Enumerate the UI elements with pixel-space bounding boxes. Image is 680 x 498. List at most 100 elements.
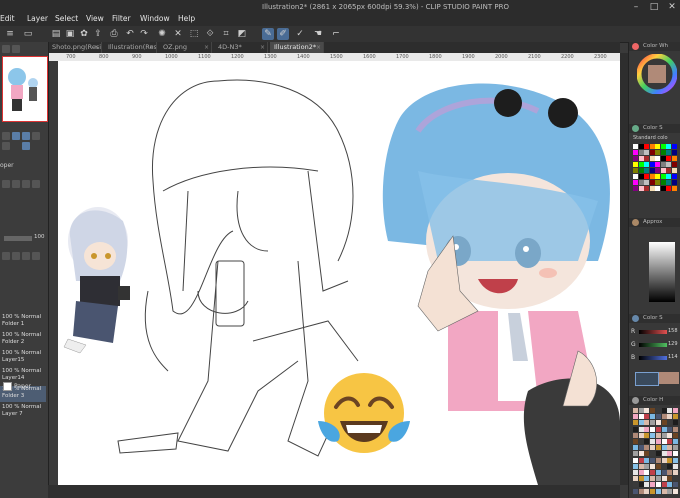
history-swatch[interactable] xyxy=(655,426,661,432)
color-swatch[interactable] xyxy=(660,144,666,149)
history-swatch[interactable] xyxy=(667,451,673,457)
settings-icon[interactable]: ✿ xyxy=(78,28,90,40)
history-swatch[interactable] xyxy=(644,426,650,432)
history-swatch[interactable] xyxy=(633,408,638,413)
color-slider-header[interactable]: Color S xyxy=(629,314,680,323)
color-swatch[interactable] xyxy=(660,156,666,161)
color-history-swatches[interactable] xyxy=(633,408,679,496)
history-swatch[interactable] xyxy=(650,420,656,426)
color-swatch[interactable] xyxy=(649,186,655,191)
history-swatch[interactable] xyxy=(667,488,673,494)
history-swatch[interactable] xyxy=(655,414,661,420)
color-swatch[interactable] xyxy=(666,150,671,155)
color-swatch[interactable] xyxy=(655,156,660,161)
menu-view[interactable]: View xyxy=(86,14,104,23)
history-swatch[interactable] xyxy=(644,451,650,457)
color-swatch[interactable] xyxy=(638,168,644,173)
history-swatch[interactable] xyxy=(650,488,656,494)
history-swatch[interactable] xyxy=(655,408,661,413)
color-swatch[interactable] xyxy=(655,150,660,155)
tab-3[interactable]: 4D-N3* × xyxy=(214,42,268,53)
history-swatch[interactable] xyxy=(661,445,667,451)
tab-close-icon[interactable]: × xyxy=(316,42,321,53)
history-swatch[interactable] xyxy=(633,470,638,475)
history-swatch[interactable] xyxy=(661,451,667,457)
redo-icon[interactable]: ↷ xyxy=(138,28,150,40)
merge-layer-icon[interactable] xyxy=(22,252,30,260)
history-swatch[interactable] xyxy=(655,488,661,494)
color-wheel[interactable] xyxy=(637,54,677,94)
crop-icon[interactable]: ⌗ xyxy=(220,28,232,40)
color-swatch[interactable] xyxy=(655,144,660,149)
history-swatch[interactable] xyxy=(661,439,667,444)
history-swatch[interactable] xyxy=(661,463,667,469)
history-swatch[interactable] xyxy=(661,408,667,413)
close-button[interactable]: ✕ xyxy=(666,2,678,12)
history-swatch[interactable] xyxy=(633,463,638,469)
history-swatch[interactable] xyxy=(655,470,661,475)
color-swatch[interactable] xyxy=(649,174,655,179)
color-swatch[interactable] xyxy=(671,162,677,167)
zoom-out-icon[interactable] xyxy=(12,132,20,140)
menu-icon[interactable]: ≡ xyxy=(4,28,16,40)
tab-2[interactable]: OZ.png × xyxy=(159,42,212,53)
history-swatch[interactable] xyxy=(633,488,638,494)
history-swatch[interactable] xyxy=(667,432,673,438)
color-swatch[interactable] xyxy=(655,180,660,185)
history-swatch[interactable] xyxy=(661,432,667,438)
history-swatch[interactable] xyxy=(644,420,650,426)
new-file-icon[interactable]: ▭ xyxy=(22,28,34,40)
color-swatch[interactable] xyxy=(671,150,677,155)
history-swatch[interactable] xyxy=(638,408,644,413)
history-swatch[interactable] xyxy=(638,426,644,432)
fit-icon[interactable] xyxy=(22,132,30,140)
color-swatch[interactable] xyxy=(644,186,649,191)
layer-option-icon-4[interactable] xyxy=(32,180,40,188)
history-swatch[interactable] xyxy=(638,432,644,438)
color-swatch[interactable] xyxy=(649,144,655,149)
brush-size-slider[interactable] xyxy=(4,236,32,241)
layer-row[interactable]: 100 % Normal Layer 7 xyxy=(0,404,46,420)
color-set-header[interactable]: Color S xyxy=(629,124,680,133)
history-swatch[interactable] xyxy=(667,426,673,432)
color-swatch[interactable] xyxy=(666,156,671,161)
history-swatch[interactable] xyxy=(633,445,638,451)
history-swatch[interactable] xyxy=(644,439,650,444)
color-swatch[interactable] xyxy=(671,168,677,173)
color-swatch[interactable] xyxy=(633,150,638,155)
color-swatch[interactable] xyxy=(644,156,649,161)
history-swatch[interactable] xyxy=(672,463,678,469)
history-swatch[interactable] xyxy=(638,463,644,469)
history-swatch[interactable] xyxy=(672,432,678,438)
panel-collapse-icon[interactable] xyxy=(12,45,20,53)
vertical-scrollbar[interactable] xyxy=(620,53,628,485)
color-swatch[interactable] xyxy=(671,174,677,179)
export-icon[interactable]: ⇪ xyxy=(92,28,104,40)
new-layer-icon[interactable] xyxy=(2,252,10,260)
eraser-icon[interactable]: ✓ xyxy=(294,28,306,40)
history-swatch[interactable] xyxy=(644,457,650,463)
history-swatch[interactable] xyxy=(638,488,644,494)
color-swatch[interactable] xyxy=(655,186,660,191)
color-swatch[interactable] xyxy=(644,168,649,173)
rgb-slider[interactable] xyxy=(639,330,667,334)
history-swatch[interactable] xyxy=(650,463,656,469)
history-swatch[interactable] xyxy=(661,420,667,426)
history-swatch[interactable] xyxy=(661,426,667,432)
clear-icon[interactable]: ✕ xyxy=(172,28,184,40)
history-swatch[interactable] xyxy=(672,420,678,426)
history-swatch[interactable] xyxy=(644,414,650,420)
history-swatch[interactable] xyxy=(672,408,678,413)
history-swatch[interactable] xyxy=(644,488,650,494)
color-swatch[interactable] xyxy=(644,180,649,185)
menu-window[interactable]: Window xyxy=(140,14,170,23)
color-swatch[interactable] xyxy=(644,174,649,179)
reset-view-icon[interactable] xyxy=(22,142,30,150)
color-set-swatches[interactable] xyxy=(633,144,677,192)
history-swatch[interactable] xyxy=(638,445,644,451)
history-swatch[interactable] xyxy=(655,420,661,426)
standard-colors-label[interactable]: Standard colo xyxy=(633,135,668,141)
history-swatch[interactable] xyxy=(655,445,661,451)
history-swatch[interactable] xyxy=(667,470,673,475)
navigator-thumbnail[interactable] xyxy=(2,56,48,122)
